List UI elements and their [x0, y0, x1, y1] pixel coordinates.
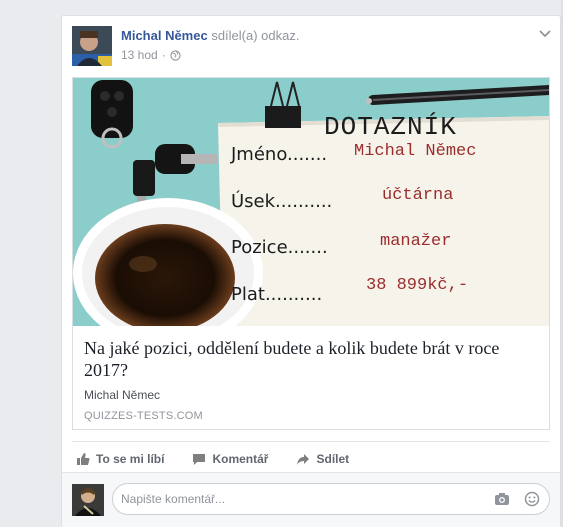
share-label: Sdílet: [316, 452, 350, 466]
globe-icon[interactable]: [170, 49, 181, 61]
link-text-block[interactable]: Na jaké pozici, oddělení budete a kolik …: [73, 326, 549, 429]
post-meta: 13 hod ·: [121, 48, 181, 62]
dot-separator: ·: [161, 48, 166, 62]
like-label: To se mi líbí: [96, 452, 165, 466]
author-name-link[interactable]: Michal Němec: [121, 28, 208, 43]
post-header: Michal Němec sdílel(a) odkaz.: [121, 28, 299, 43]
link-domain: QUIZZES-TESTS.COM: [84, 410, 203, 422]
share-arrow-icon: [297, 454, 310, 465]
commenter-avatar[interactable]: [72, 484, 104, 516]
questionnaire-label-name: Jméno.......: [231, 144, 328, 165]
emoji-icon[interactable]: [524, 491, 540, 507]
comment-button[interactable]: Komentář: [192, 452, 268, 466]
comment-label: Komentář: [212, 452, 269, 466]
questionnaire-label-position: Pozice.......: [231, 237, 328, 258]
link-title[interactable]: Na jaké pozici, oddělení budete a kolik …: [84, 337, 524, 381]
post-timestamp[interactable]: 13 hod: [121, 48, 158, 62]
link-image[interactable]: DOTAZNÍK Jméno....... Michal Němec Úsek.…: [73, 78, 549, 326]
camera-icon[interactable]: [494, 491, 510, 507]
post-action-text: sdílel(a) odkaz.: [211, 28, 300, 43]
feed-post: Michal Němec sdílel(a) odkaz. 13 hod · D…: [61, 15, 561, 527]
questionnaire-label-salary: Plat..........: [231, 284, 323, 305]
questionnaire-value-salary: 38 899kč,-: [366, 276, 469, 295]
comment-icon: [193, 454, 206, 465]
like-button[interactable]: To se mi líbí: [76, 452, 164, 466]
author-avatar[interactable]: [72, 26, 112, 66]
questionnaire-heading: DOTAZNÍK: [324, 112, 457, 142]
questionnaire-value-name: Michal Němec: [354, 142, 477, 161]
questionnaire-value-section: účtárna: [382, 186, 454, 205]
action-bar: To se mi líbí Komentář Sdílet: [72, 448, 550, 470]
comment-input[interactable]: [112, 483, 550, 515]
share-button[interactable]: Sdílet: [296, 452, 349, 466]
action-divider: [72, 441, 550, 442]
questionnaire-value-position: manažer: [380, 232, 452, 251]
comment-composer: [62, 472, 560, 527]
link-author: Michal Němec: [84, 388, 161, 402]
thumbs-up-icon: [77, 453, 90, 465]
chevron-down-icon[interactable]: [538, 26, 552, 40]
questionnaire-label-section: Úsek..........: [231, 191, 333, 212]
link-preview[interactable]: DOTAZNÍK Jméno....... Michal Němec Úsek.…: [72, 77, 550, 430]
